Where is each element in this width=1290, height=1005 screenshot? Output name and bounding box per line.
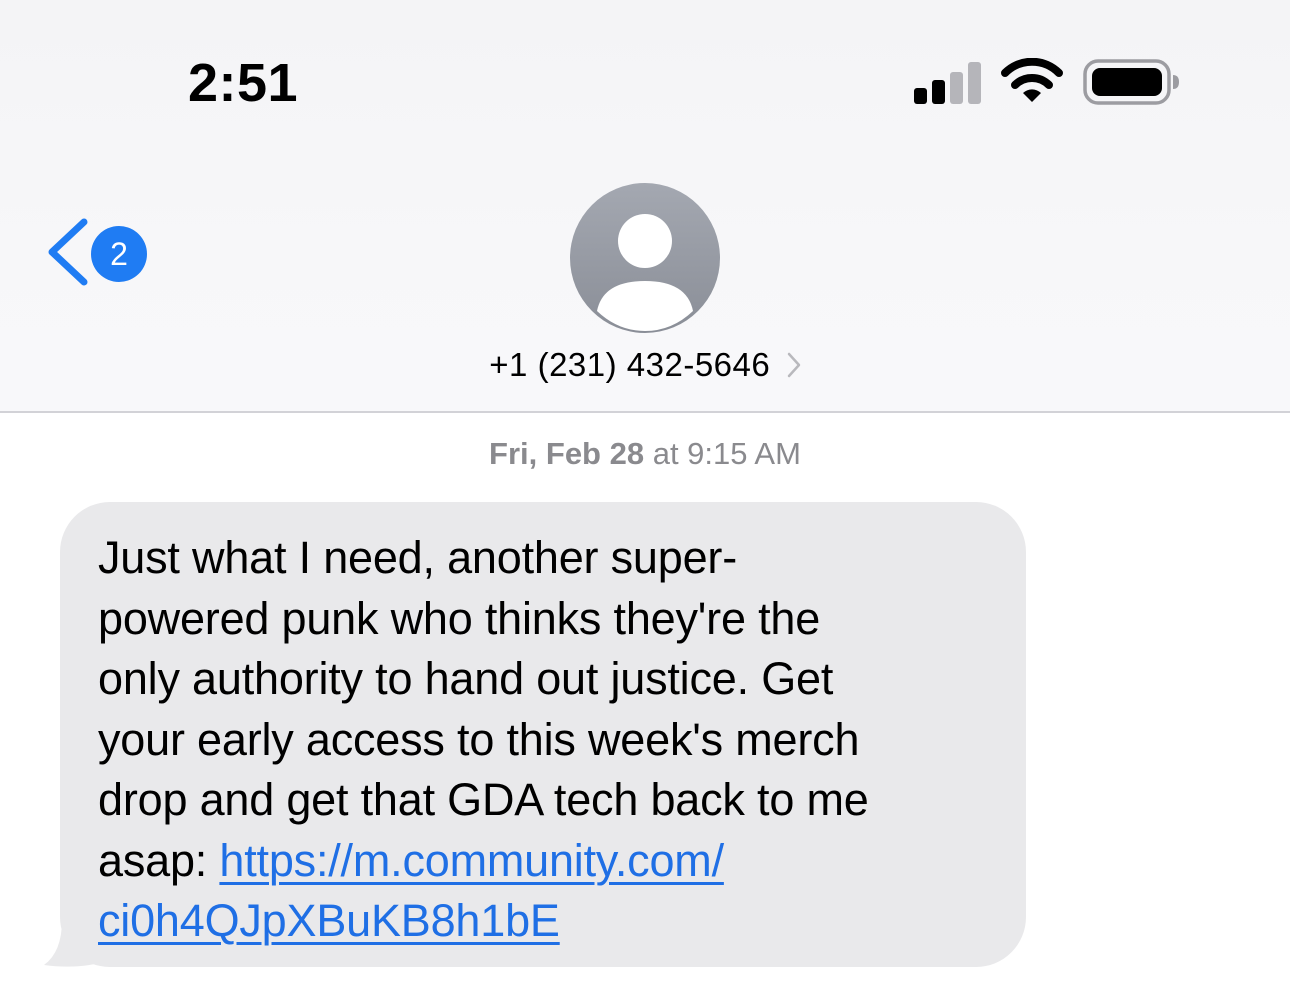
- contact-avatar[interactable]: [570, 183, 720, 333]
- message-link-line-1: https://m.community.com/: [219, 834, 724, 886]
- timestamp-time: at 9:15 AM: [652, 436, 801, 471]
- message-line: only authority to hand out justice. Get: [98, 653, 834, 704]
- unread-count-badge: 2: [91, 226, 147, 282]
- timestamp-day: Fri, Feb 28: [489, 436, 645, 471]
- signal-bar-2: [932, 80, 945, 104]
- signal-bar-3: [950, 72, 963, 104]
- signal-bar-4: [968, 62, 981, 104]
- message-text-prefix: asap:: [98, 834, 220, 886]
- message-link-line-2: ci0h4QJpXBuKB8h1bE: [98, 895, 560, 946]
- chevron-right-icon: [787, 352, 800, 378]
- back-button[interactable]: 2: [44, 218, 156, 288]
- chevron-left-icon: [48, 218, 88, 286]
- conversation-header: 2:51 2 +1 (231) 432-5646: [0, 0, 1290, 413]
- message-text: Just what I need, another super-powered …: [98, 528, 996, 952]
- message-line: Just what I need, another super-: [98, 532, 737, 583]
- message-line: drop and get that GDA tech back to me: [98, 774, 869, 825]
- status-time: 2:51: [188, 53, 299, 113]
- incoming-message-bubble[interactable]: Just what I need, another super-powered …: [60, 502, 1026, 967]
- contact-details-button[interactable]: +1 (231) 432-5646: [0, 346, 1290, 384]
- contact-name: +1 (231) 432-5646: [489, 346, 771, 383]
- person-avatar-icon: [597, 214, 693, 331]
- message-timestamp: Fri, Feb 28 at 9:15 AM: [0, 436, 1290, 472]
- cellular-signal-icon: [914, 62, 984, 104]
- signal-bar-1: [914, 88, 927, 104]
- battery-icon: [1083, 59, 1179, 105]
- wifi-icon: [1001, 58, 1063, 102]
- message-line: powered punk who thinks they're the: [98, 592, 821, 644]
- message-line: your early access to this week's merch: [98, 713, 860, 765]
